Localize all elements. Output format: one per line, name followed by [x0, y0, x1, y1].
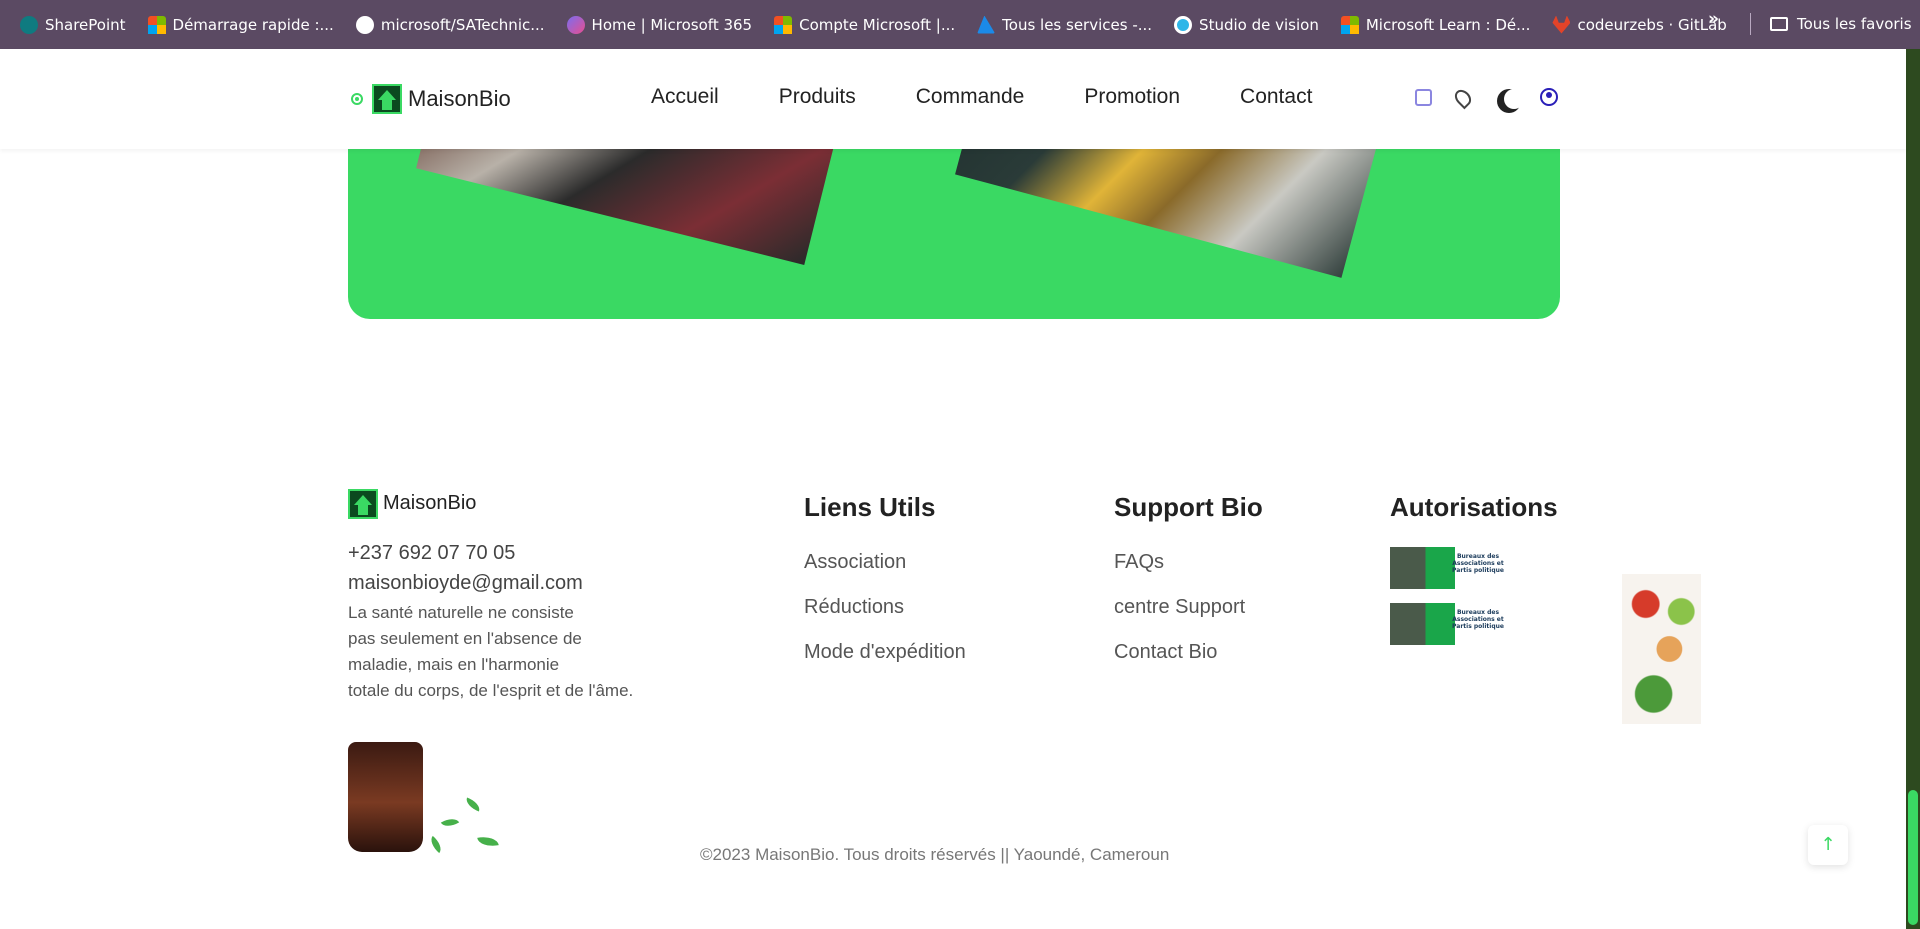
- nav-accueil[interactable]: Accueil: [651, 85, 719, 109]
- github-icon: [355, 15, 374, 34]
- vision-icon: [1174, 15, 1193, 34]
- scrollbar-thumb[interactable]: [1908, 790, 1918, 925]
- bookmark-m365[interactable]: Home | Microsoft 365: [559, 9, 761, 41]
- copyright-text: ©2023 MaisonBio. Tous droits réservés ||…: [700, 845, 1170, 864]
- link-contact-bio[interactable]: Contact Bio: [1114, 641, 1217, 664]
- sharepoint-icon: [20, 15, 38, 34]
- user-account-icon[interactable]: [1540, 88, 1558, 106]
- link-expedition[interactable]: Mode d'expédition: [804, 641, 966, 664]
- quote-line-3: maladie, mais en l'harmonie: [348, 655, 560, 674]
- bookmark-github[interactable]: microsoft/SATechnic...: [348, 9, 553, 41]
- link-faqs[interactable]: FAQs: [1114, 551, 1164, 574]
- link-centre-support[interactable]: centre Support: [1114, 596, 1245, 619]
- bookmarks-bar: SharePoint Démarrage rapide :... microso…: [0, 0, 1920, 49]
- gitlab-icon: [1552, 15, 1571, 34]
- microsoft-icon: [1340, 15, 1359, 34]
- main-nav: Accueil Produits Commande Promotion Cont…: [651, 85, 1372, 109]
- bookmark-sharepoint[interactable]: SharePoint: [12, 9, 134, 41]
- microsoft-icon: [774, 15, 793, 34]
- bookmark-compte[interactable]: Compte Microsoft |...: [766, 9, 963, 41]
- link-association[interactable]: Association: [804, 551, 906, 574]
- quote-line-4: totale du corps, de l'esprit et de l'âme…: [348, 681, 634, 700]
- footer-quote: La santé naturelle ne consiste pas seule…: [348, 600, 688, 704]
- authorization-badge-text: Bureaux des Associations et Partis polit…: [1452, 553, 1504, 574]
- footer-house-logo-icon[interactable]: [348, 489, 378, 519]
- links-heading: Liens Utils: [804, 492, 936, 522]
- leaf-decoration: [463, 797, 483, 812]
- site-header: MaisonBio Accueil Produits Commande Prom…: [0, 49, 1906, 149]
- bookmark-gitlab[interactable]: codeurzebs · GitLab: [1544, 9, 1734, 41]
- brand-name[interactable]: MaisonBio: [408, 86, 511, 112]
- azure-icon: [977, 15, 996, 34]
- support-heading: Support Bio: [1114, 492, 1263, 522]
- footer-email[interactable]: maisonbioyde@gmail.com: [348, 572, 583, 595]
- more-bookmarks-chevron-icon[interactable]: »: [1708, 9, 1719, 29]
- nav-produits[interactable]: Produits: [779, 85, 856, 109]
- auth-heading: Autorisations: [1390, 492, 1558, 522]
- bookmark-azure[interactable]: Tous les services -...: [969, 9, 1160, 41]
- house-logo-icon[interactable]: [372, 84, 402, 114]
- nav-commande[interactable]: Commande: [916, 85, 1025, 109]
- quote-line-1: La santé naturelle ne consiste: [348, 603, 574, 622]
- bookmark-demarrage[interactable]: Démarrage rapide :...: [140, 9, 342, 41]
- microsoft-icon: [147, 15, 166, 34]
- footer-phone: +237 692 07 70 05: [348, 542, 516, 564]
- vegetables-image: [1622, 574, 1701, 724]
- leaf-decoration: [426, 835, 446, 854]
- leaf-decoration: [477, 834, 499, 849]
- back-to-top-button[interactable]: ↑: [1808, 825, 1848, 865]
- m365-icon: [566, 15, 585, 34]
- nav-contact[interactable]: Contact: [1240, 85, 1312, 109]
- authorization-badge[interactable]: Bureaux des Associations et Partis polit…: [1390, 547, 1508, 589]
- footer-brand-name[interactable]: MaisonBio: [383, 492, 476, 515]
- folder-icon: [1770, 17, 1788, 31]
- tea-glass-image: [348, 742, 423, 852]
- bookmark-vision[interactable]: Studio de vision: [1166, 9, 1327, 41]
- bookmarks-divider: [1750, 13, 1751, 35]
- store-icon[interactable]: [1415, 89, 1432, 106]
- authorization-badge[interactable]: Bureaux des Associations et Partis polit…: [1390, 603, 1508, 645]
- leaf-decoration: [440, 814, 460, 831]
- bookmark-learn[interactable]: Microsoft Learn : Dé...: [1333, 9, 1539, 41]
- nav-promotion[interactable]: Promotion: [1084, 85, 1180, 109]
- status-dot-icon: [351, 93, 363, 105]
- authorization-badge-text: Bureaux des Associations et Partis polit…: [1452, 609, 1504, 630]
- all-favorites-button[interactable]: Tous les favoris: [1770, 8, 1912, 40]
- location-pin-icon[interactable]: [1451, 86, 1475, 110]
- dark-mode-moon-icon[interactable]: [1504, 89, 1524, 109]
- quote-line-2: pas seulement en l'absence de: [348, 629, 582, 648]
- link-reductions[interactable]: Réductions: [804, 596, 904, 619]
